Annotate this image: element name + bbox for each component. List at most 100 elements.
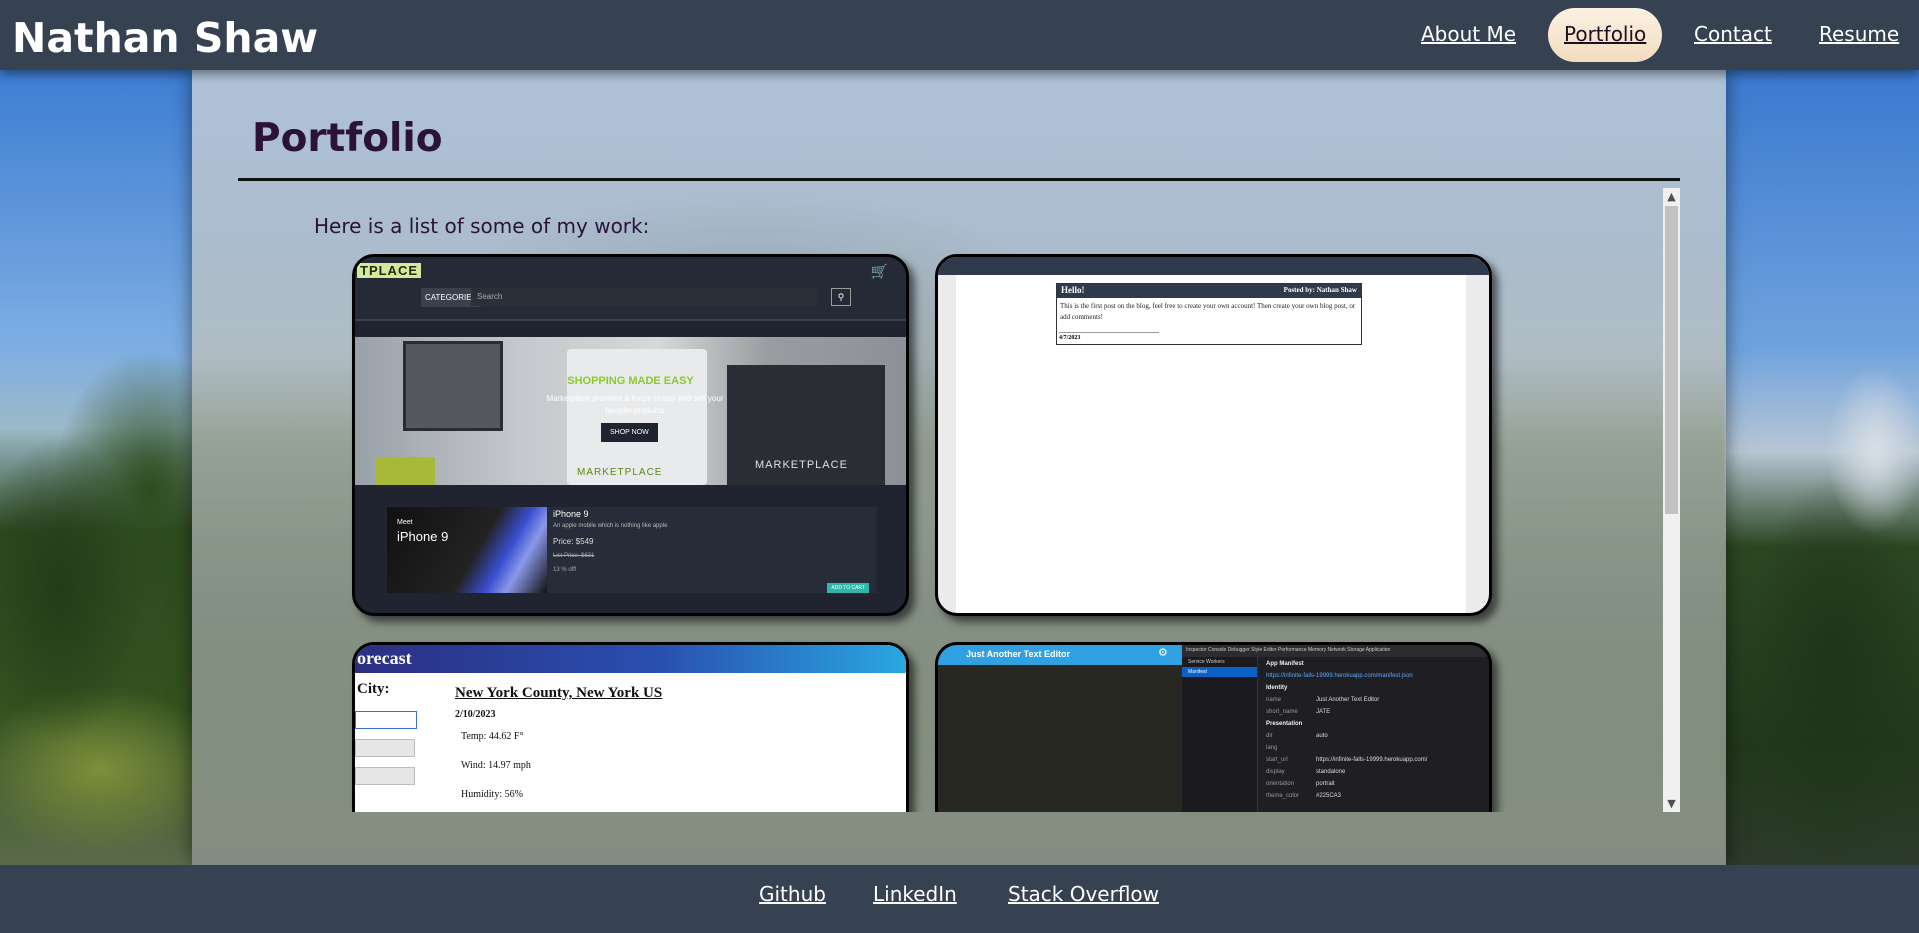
project-card-blog[interactable]: Posted by: Nathan Shaw Hello! This is th… [935, 254, 1492, 616]
marketplace-topbar: TPLACE 🛒 CATEGORIES Search ⚲ [355, 257, 906, 321]
marketplace-search: Search [471, 288, 817, 306]
portfolio-panel: Portfolio Here is a list of some of my w… [192, 70, 1726, 865]
history-button-1 [355, 739, 415, 757]
manifest-field: orientation portrait [1266, 781, 1427, 793]
city-input [355, 711, 417, 729]
blog-page: Posted by: Nathan Shaw Hello! This is th… [956, 275, 1466, 613]
devtools-toolbar: Inspector Console Debugger Style Editor … [1182, 645, 1489, 657]
editor-titlebar: Just Another Text Editor ⚙ [938, 645, 1182, 665]
hero-subtitle: Marketplace provides a forum to buy and … [546, 394, 724, 415]
phone-image-text: iPhone 9 [397, 529, 449, 544]
scroll-up-icon[interactable]: ▲ [1663, 188, 1680, 205]
intro-text: Here is a list of some of my work: [314, 214, 650, 238]
product-list-price: List Price: $631 [553, 553, 595, 559]
blog-post: Posted by: Nathan Shaw Hello! This is th… [1056, 283, 1362, 345]
manifest-field: start_url https://infinite-falls-19999.he… [1266, 757, 1427, 769]
add-to-cart-button: ADD TO CART [827, 583, 869, 593]
editor-pane [938, 645, 1182, 812]
nav-link-contact[interactable]: Contact [1694, 22, 1772, 46]
weather-date: 2/10/2023 [455, 709, 496, 720]
heading-divider [238, 178, 1680, 181]
brand-text: MARKETPLACE [755, 459, 848, 471]
project-card-weather[interactable]: orecast City: New York County, New York … [352, 642, 909, 812]
page-title: Portfolio [252, 116, 443, 161]
city-label: City: [357, 681, 390, 697]
site-header: Nathan Shaw About Me Portfolio Contact R… [0, 0, 1919, 70]
weather-location: New York County, New York US [455, 685, 663, 701]
white-bag-image [567, 349, 707, 485]
weather-humidity: Humidity: 56% [461, 789, 523, 800]
manifest-field: lang [1266, 745, 1427, 757]
product-description: An apple mobile which is nothing like ap… [553, 523, 668, 529]
nav-link-resume[interactable]: Resume [1819, 22, 1899, 46]
shop-now-button: SHOP NOW [601, 423, 658, 442]
footer-link-github[interactable]: Github [759, 882, 826, 906]
manifest-key: theme_color [1266, 793, 1300, 799]
devtools-side-item: Service Workers [1188, 659, 1225, 665]
manifest-title: App Manifest [1266, 661, 1304, 667]
product-discount: 13 % off! [553, 567, 577, 573]
manifest-value: auto [1316, 733, 1328, 739]
manifest-detail: App Manifest https://infinite-falls-1999… [1266, 661, 1427, 805]
portfolio-scroll-area[interactable]: Here is a list of some of my work: TPLAC… [238, 188, 1680, 812]
footer-link-linkedin[interactable]: LinkedIn [873, 882, 957, 906]
product-price: Price: $549 [553, 537, 594, 546]
marketplace-logo: TPLACE [357, 263, 421, 278]
product-title: iPhone 9 [553, 509, 589, 519]
brand-text-green: MARKETPLACE [577, 467, 663, 478]
manifest-key: lang [1266, 745, 1278, 751]
scrollbar[interactable]: ▲ ▼ [1663, 188, 1680, 812]
devtools-side-item-selected: Manifest [1182, 667, 1257, 677]
manifest-key: dir [1266, 733, 1273, 739]
manifest-field: display standalone [1266, 769, 1427, 781]
background-scenery-right [1725, 70, 1919, 865]
manifest-field: name Just Another Text Editor [1266, 697, 1427, 709]
product-item: Meet iPhone 9 iPhone 9 An apple mobile w… [387, 507, 877, 593]
phone-image: Meet iPhone 9 [387, 507, 547, 593]
project-card-text-editor[interactable]: Just Another Text Editor ⚙ Inspector Con… [935, 642, 1492, 812]
blog-post-header: Posted by: Nathan Shaw Hello! [1057, 284, 1361, 298]
manifest-key: display [1266, 769, 1285, 775]
manifest-url: https://infinite-falls-19999.herokuapp.c… [1266, 673, 1413, 679]
manifest-key: start_url [1266, 757, 1288, 763]
blog-post-body: This is the first post on the blog, feel… [1060, 302, 1356, 321]
nav-link-portfolio[interactable]: Portfolio [1548, 8, 1663, 62]
manifest-value: JATE [1316, 709, 1331, 715]
marketplace-hero: SHOPPING MADE EASY Marketplace provides … [355, 337, 906, 485]
footer-link-stack-overflow[interactable]: Stack Overflow [1008, 882, 1159, 906]
nav-link-about-me[interactable]: About Me [1421, 22, 1516, 46]
phone-meet-text: Meet [397, 519, 413, 526]
blog-post-author: Posted by: Nathan Shaw [1283, 286, 1357, 294]
site-footer: Github LinkedIn Stack Overflow [0, 865, 1919, 933]
manifest-key: orientation [1266, 781, 1295, 787]
devtools-sidebar: Service Workers Manifest [1182, 657, 1258, 812]
blog-post-date: 4/7/2023 [1059, 332, 1159, 341]
notebook-image [375, 457, 435, 485]
manifest-value: https://infinite-falls-19999.herokuapp.c… [1316, 757, 1428, 763]
cart-icon: 🛒 [870, 263, 888, 279]
manifest-field: dir auto [1266, 733, 1427, 745]
project-card-marketplace[interactable]: TPLACE 🛒 CATEGORIES Search ⚲ SHOPPING MA… [352, 254, 909, 616]
site-title: Nathan Shaw [12, 14, 319, 62]
identity-section: Identity [1266, 685, 1288, 691]
search-icon: ⚲ [831, 288, 851, 306]
manifest-value: #225CA3 [1316, 793, 1342, 799]
presentation-section: Presentation [1266, 721, 1303, 727]
manifest-value: portrait [1316, 781, 1335, 787]
weather-title: orecast [357, 648, 412, 668]
manifest-key: short_name [1266, 709, 1298, 715]
blog-topbar [938, 257, 1489, 275]
scroll-down-icon[interactable]: ▼ [1663, 795, 1680, 812]
manifest-key: name [1266, 697, 1282, 703]
hero-title: SHOPPING MADE EASY [567, 375, 694, 387]
scrollbar-thumb[interactable] [1665, 206, 1678, 514]
background-scenery-left [0, 70, 192, 865]
manifest-field: theme_color #225CA3 [1266, 793, 1427, 805]
weather-temp: Temp: 44.62 F° [461, 731, 524, 742]
blog-post-title: Hello! [1061, 285, 1085, 295]
manifest-field: short_name JATE [1266, 709, 1427, 721]
manifest-value: Just Another Text Editor [1316, 697, 1380, 703]
install-icon: ⚙ [1158, 647, 1168, 659]
history-button-2 [355, 767, 415, 785]
weather-topbar: orecast [355, 645, 906, 673]
